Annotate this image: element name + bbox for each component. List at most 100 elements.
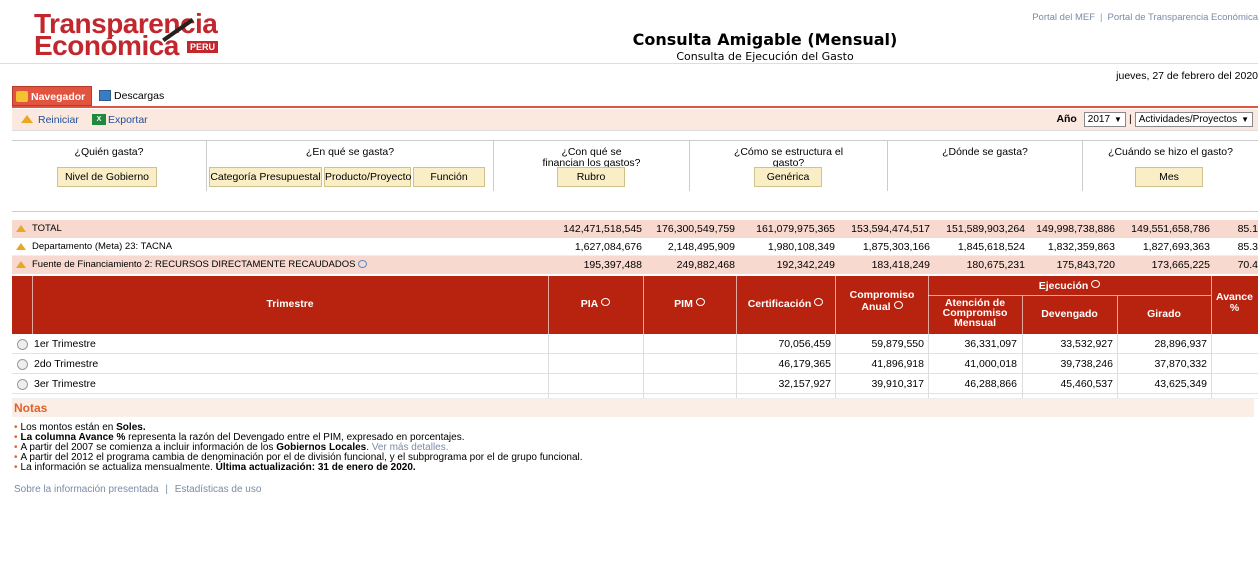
info-bubble-icon[interactable] (695, 298, 705, 306)
summary-label: Departamento (Meta) 23: TACNA (14, 238, 172, 256)
info-bubble-icon[interactable] (893, 301, 903, 309)
table-row[interactable]: 3er Trimestre 32,157,927 39,910,317 46,2… (12, 374, 1258, 394)
notas-links: Sobre la información presentada | Estadí… (14, 484, 262, 495)
categoria-presupuestal-button[interactable]: Categoría Presupuestal (209, 167, 322, 187)
col-girado[interactable]: Girado (1117, 308, 1211, 320)
summary-gir: 173,665,225 (1151, 259, 1210, 271)
link-estadisticas[interactable]: Estadísticas de uso (175, 484, 262, 495)
question-cuando: ¿Cuándo se hizo el gasto? Mes (1083, 141, 1258, 191)
mes-button[interactable]: Mes (1135, 167, 1203, 187)
row-name: 3er Trimestre (34, 378, 96, 390)
page-title-block: Consulta Amigable (Mensual) Consulta de … (620, 30, 910, 63)
cell-gir: 28,896,937 (1154, 338, 1207, 350)
top-links: Portal del MEF | Portal de Transparencia E… (1032, 12, 1258, 23)
tab-divider (12, 106, 1258, 108)
cell-aten: 36,331,097 (964, 338, 1017, 350)
link-portal-mef[interactable]: Portal del MEF (1032, 12, 1095, 23)
info-bubble-icon[interactable] (358, 260, 368, 269)
year-select[interactable]: 2017 ▼ (1083, 112, 1126, 127)
cell-cert: 70,056,459 (778, 338, 831, 350)
summary-dev: 175,843,720 (1056, 259, 1115, 271)
info-bubble-icon[interactable] (1091, 280, 1101, 288)
collapse-icon (16, 261, 26, 268)
col-certificacion[interactable]: Certificación (736, 298, 835, 310)
summary-pia: 142,471,518,545 (563, 223, 642, 235)
summary-aten: 180,675,231 (966, 259, 1025, 271)
table-row[interactable]: 1er Trimestre 70,056,459 59,879,550 36,3… (12, 334, 1258, 354)
nivel-gobierno-button[interactable]: Nivel de Gobierno (57, 167, 157, 187)
tab-descargas[interactable]: Descargas (96, 86, 176, 106)
row-radio[interactable] (17, 379, 28, 390)
link-portal-transparencia[interactable]: Portal de Transparencia Económica (1108, 12, 1258, 23)
col-atencion[interactable]: Atención de Compromiso Mensual (932, 298, 1018, 329)
collapse-icon (16, 225, 26, 232)
exportar-button[interactable]: X Exportar (92, 114, 148, 126)
row-radio[interactable] (17, 359, 28, 370)
col-ejecucion[interactable]: Ejecución (928, 280, 1211, 292)
toolbar: Reiniciar X Exportar Año 2017 ▼ | Actividad… (12, 109, 1258, 131)
row-radio[interactable] (17, 339, 28, 350)
generica-button[interactable]: Genérica (754, 167, 822, 187)
reiniciar-button[interactable]: Reiniciar (18, 114, 79, 126)
tab-navegador[interactable]: Navegador (12, 86, 92, 106)
info-bubble-icon[interactable] (814, 298, 824, 306)
notas-title: Notas (12, 399, 1254, 417)
info-bubble-icon[interactable] (601, 298, 611, 306)
question-donde: ¿Dónde se gasta? (888, 141, 1083, 191)
col-trimestre[interactable]: Trimestre (32, 298, 548, 310)
collapse-icon (16, 243, 26, 250)
rubro-button[interactable]: Rubro (557, 167, 625, 187)
page-header: Transparencia Económica PERU Consulta Am… (0, 0, 1258, 64)
summary-aten: 151,589,903,264 (946, 223, 1025, 235)
cell-gir: 37,870,332 (1154, 358, 1207, 370)
summary-row-departamento[interactable]: Departamento (Meta) 23: TACNA 1,627,084,… (12, 238, 1258, 256)
cell-aten: 41,000,018 (964, 358, 1017, 370)
summary-label: Fuente de Financiamiento 2: RECURSOS DIR… (14, 256, 368, 274)
current-date: jueves, 27 de febrero del 2020 (1116, 70, 1258, 82)
summary-label: TOTAL (14, 220, 62, 238)
summary-cert: 1,980,108,349 (767, 241, 835, 253)
summary-comp: 1,875,303,166 (862, 241, 930, 253)
summary-gir: 1,827,693,363 (1142, 241, 1210, 253)
chevron-down-icon: ▼ (1241, 115, 1249, 124)
page-title: Consulta Amigable (Mensual) (632, 30, 898, 49)
summary-pim: 2,148,495,909 (667, 241, 735, 253)
cell-comp: 39,910,317 (871, 378, 924, 390)
question-label: ¿En qué se gasta? (305, 146, 395, 158)
cell-dev: 45,460,537 (1060, 378, 1113, 390)
summary-dev: 149,998,738,886 (1036, 223, 1115, 235)
year-label: Año (1056, 113, 1077, 125)
year-selector-group: Año 2017 ▼ | Actividades/Proyectos ▼ (1056, 112, 1256, 127)
summary-pim: 176,300,549,759 (656, 223, 735, 235)
cell-comp: 41,896,918 (871, 358, 924, 370)
mode-select[interactable]: Actividades/Proyectos ▼ (1134, 112, 1253, 127)
summary-pim: 249,882,468 (676, 259, 735, 271)
col-compromiso[interactable]: Compromiso Anual (840, 290, 924, 313)
col-pim[interactable]: PIM (643, 298, 736, 310)
excel-icon: X (92, 114, 106, 125)
producto-proyecto-button[interactable]: Producto/Proyecto (324, 167, 411, 187)
folder-icon (16, 91, 28, 102)
cell-dev: 39,738,246 (1060, 358, 1113, 370)
transparencia-logo[interactable]: Transparencia Económica PERU (34, 8, 234, 64)
reset-icon (21, 115, 33, 123)
download-icon (99, 90, 111, 101)
summary-gir: 149,551,658,786 (1131, 223, 1210, 235)
summary-row-fuente[interactable]: Fuente de Financiamiento 2: RECURSOS DIR… (12, 256, 1258, 274)
row-name: 2do Trimestre (34, 358, 99, 370)
question-en-que: ¿En qué se gasta? Categoría Presupuestal… (207, 141, 494, 191)
table-row[interactable]: 2do Trimestre 46,179,365 41,896,918 41,0… (12, 354, 1258, 374)
question-label: ¿Cuándo se hizo el gasto? (1108, 146, 1233, 158)
link-sobre-info[interactable]: Sobre la información presentada (14, 484, 159, 495)
funcion-button[interactable]: Función (413, 167, 485, 187)
summary-row-total[interactable]: TOTAL 142,471,518,545 176,300,549,759 16… (12, 220, 1258, 238)
summary-cert: 161,079,975,365 (756, 223, 835, 235)
col-devengado[interactable]: Devengado (1022, 308, 1117, 320)
note-item: • La información se actualiza mensualment… (14, 462, 416, 473)
col-pia[interactable]: PIA (548, 298, 643, 310)
exportar-label: Exportar (108, 114, 148, 126)
summary-pia: 1,627,084,676 (574, 241, 642, 253)
summary-comp: 153,594,474,517 (851, 223, 930, 235)
question-label: ¿Dónde se gasta? (942, 146, 1028, 158)
col-avance[interactable]: Avance % (1211, 292, 1258, 314)
